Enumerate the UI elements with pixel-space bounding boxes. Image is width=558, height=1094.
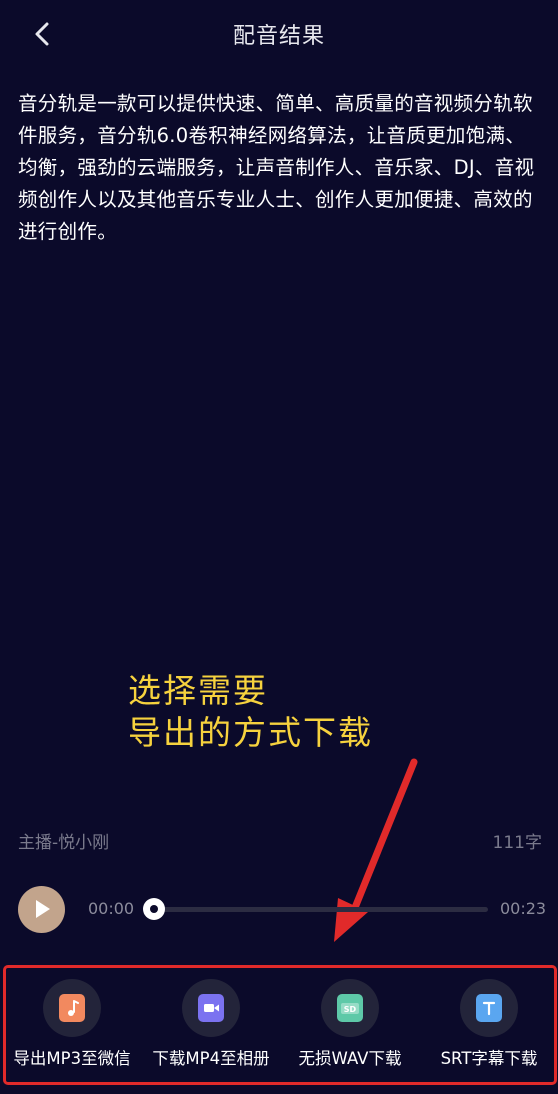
export-mp3-wechat-button[interactable]: 导出MP3至微信 [2,979,142,1069]
download-mp4-label: 下载MP4至相册 [152,1049,270,1068]
narrator-label: 主播-悦小刚 [18,833,110,853]
download-srt-button[interactable]: SRT字幕下载 [419,979,558,1069]
download-wav-label: 无损WAV下载 [298,1049,402,1068]
script-text: 音分轨是一款可以提供快速、简单、高质量的音视频分轨软件服务，音分轨6.0卷积神经… [18,92,535,243]
red-arrow-annotation [334,758,418,942]
download-srt-label: SRT字幕下载 [440,1049,538,1068]
music-file-icon [43,979,101,1037]
header: 配音结果 [0,0,558,66]
download-wav-button[interactable]: SD 无损WAV下载 [280,979,420,1069]
export-mp3-label: 导出MP3至微信 [13,1049,131,1068]
char-count: 111字 [492,833,542,853]
annotation-line-1: 选择需要 [128,671,268,710]
video-file-icon [182,979,240,1037]
page-title: 配音结果 [232,24,325,49]
sd-file-icon: SD [321,979,379,1037]
total-time: 00:23 [500,899,547,918]
current-time: 00:00 [88,899,135,918]
progress-thumb[interactable] [143,898,165,920]
text-file-icon [460,979,518,1037]
svg-text:SD: SD [344,1005,357,1014]
play-button[interactable] [18,886,65,933]
play-icon [36,900,50,918]
download-mp4-album-button[interactable]: 下载MP4至相册 [141,979,281,1069]
annotation-text: 选择需要 导出的方式下载 [128,670,373,754]
annotation-line-2: 导出的方式下载 [128,713,373,752]
progress-track[interactable] [150,907,488,912]
